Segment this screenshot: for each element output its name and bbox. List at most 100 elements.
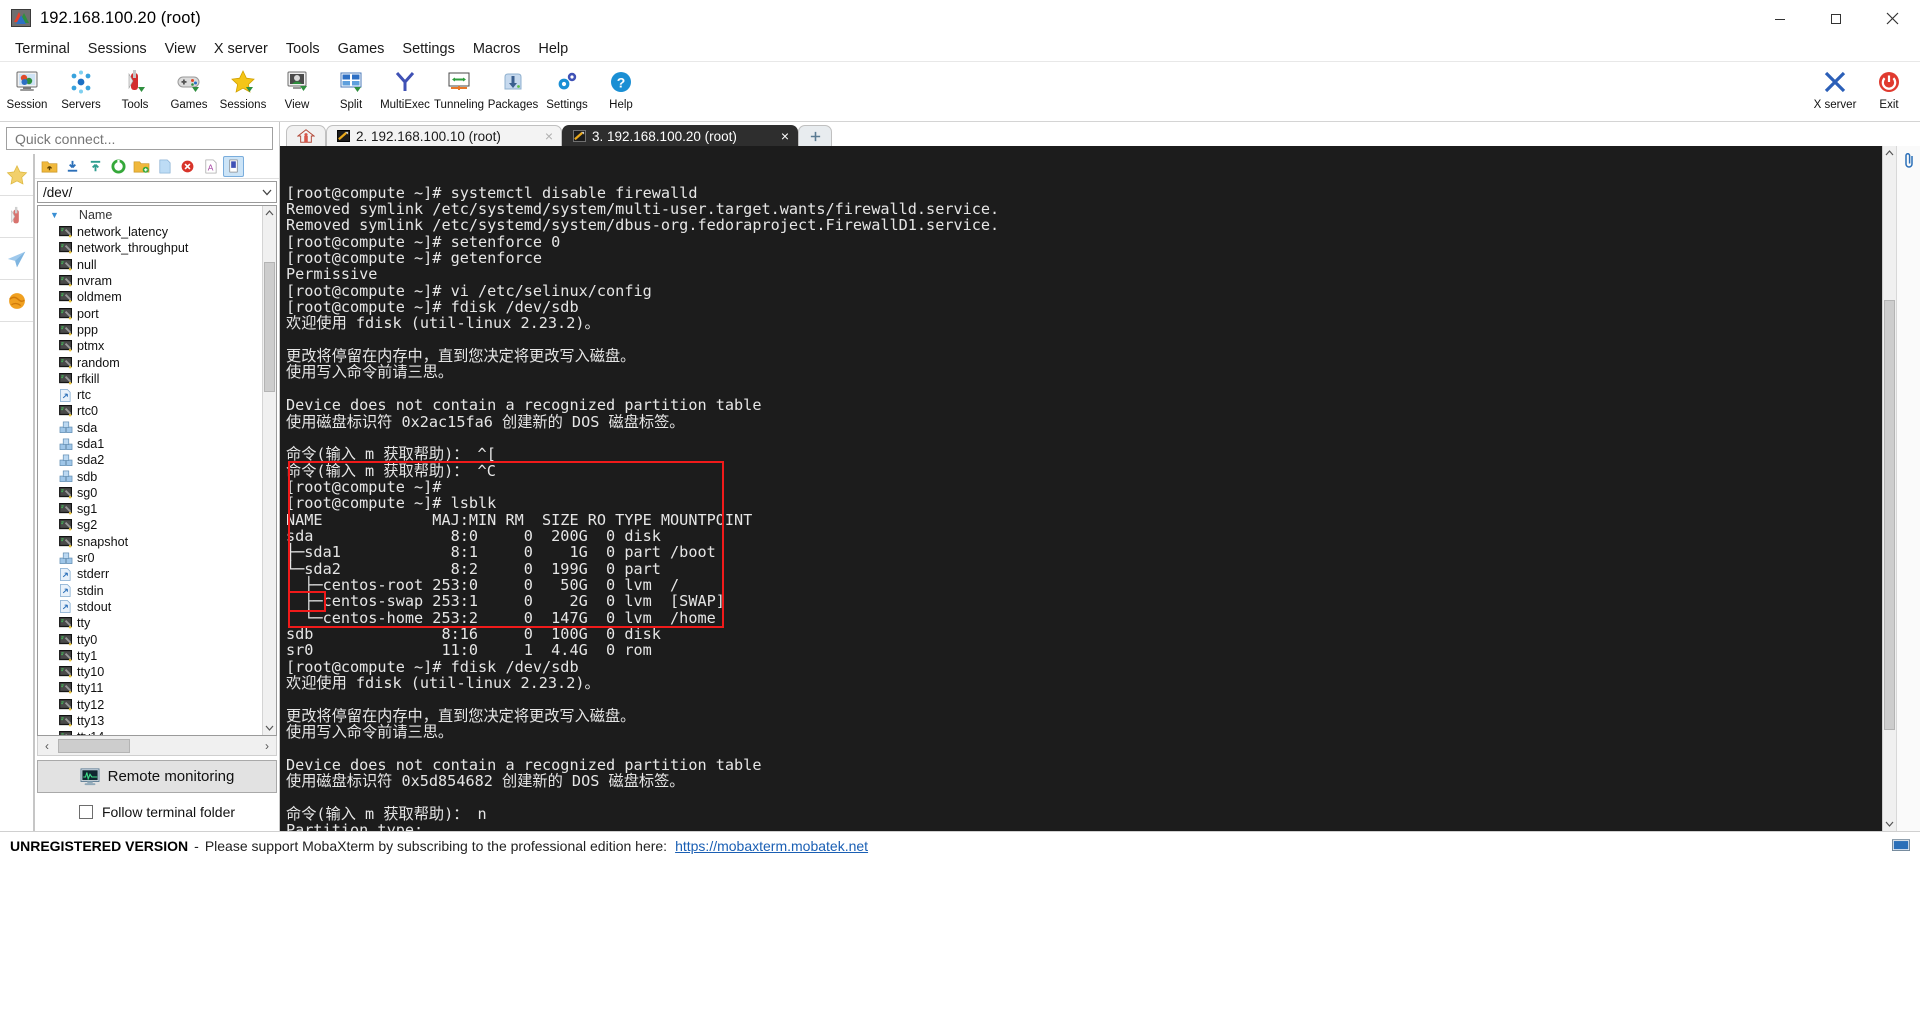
file-row[interactable]: network_latency — [38, 224, 262, 240]
follow-terminal-folder-row[interactable]: Follow terminal folder — [35, 793, 279, 831]
file-row[interactable]: sda — [38, 420, 262, 436]
tab-session-2[interactable]: 2. 192.168.100.10 (root) × — [326, 125, 562, 146]
text-mode-button[interactable]: A — [200, 156, 221, 177]
scroll-down-icon[interactable] — [263, 721, 276, 735]
toolbar-button-multiexec[interactable]: MultiExec — [378, 65, 432, 111]
menu-item-view[interactable]: View — [156, 39, 205, 59]
hscroll-track[interactable] — [56, 738, 258, 754]
file-row[interactable]: stderr — [38, 566, 262, 582]
scroll-left-icon[interactable]: ‹ — [38, 739, 56, 753]
menu-item-macros[interactable]: Macros — [464, 39, 530, 59]
toolbar-button-view[interactable]: View — [270, 65, 324, 111]
toolbar-button-split[interactable]: Split — [324, 65, 378, 111]
file-row[interactable]: sr0 — [38, 550, 262, 566]
tab-close-icon[interactable]: × — [781, 128, 789, 144]
toolbar-button-exit[interactable]: Exit — [1862, 65, 1916, 111]
toolbar-button-packages[interactable]: Packages — [486, 65, 540, 111]
file-row[interactable]: sda2 — [38, 452, 262, 468]
file-row[interactable]: rfkill — [38, 371, 262, 387]
terminal-scroll-up-icon[interactable] — [1883, 146, 1896, 160]
file-row[interactable]: sdb — [38, 468, 262, 484]
tab-home[interactable] — [286, 125, 326, 146]
vscroll-track[interactable] — [263, 220, 276, 721]
quick-connect-input[interactable] — [13, 129, 266, 148]
file-row[interactable]: port — [38, 305, 262, 321]
sidebar-tab-sessions[interactable] — [0, 238, 33, 280]
mobaxterm-link[interactable]: https://mobaxterm.mobatek.net — [675, 838, 868, 854]
file-row[interactable]: ptmx — [38, 338, 262, 354]
menu-item-xserver[interactable]: X server — [205, 39, 277, 59]
terminal-scroll-track[interactable] — [1883, 160, 1896, 817]
terminal-scroll-down-icon[interactable] — [1883, 817, 1896, 831]
menu-item-help[interactable]: Help — [529, 39, 577, 59]
new-file-button[interactable] — [154, 156, 175, 177]
attach-file-icon[interactable] — [1902, 152, 1916, 173]
refresh-button[interactable] — [108, 156, 129, 177]
toolbar-button-session[interactable]: Session — [0, 65, 54, 111]
binary-mode-button[interactable] — [223, 155, 244, 177]
file-row[interactable]: tty12 — [38, 697, 262, 713]
follow-terminal-folder-checkbox[interactable] — [78, 805, 93, 819]
file-row[interactable]: rtc0 — [38, 403, 262, 419]
vscroll-thumb[interactable] — [264, 262, 275, 392]
file-row[interactable]: tty1 — [38, 648, 262, 664]
remote-monitoring-button[interactable]: Remote monitoring — [37, 760, 277, 793]
file-row[interactable]: sda1 — [38, 436, 262, 452]
terminal-scrollbar[interactable] — [1882, 146, 1896, 831]
parent-folder-button[interactable] — [39, 156, 60, 177]
file-row[interactable]: rtc — [38, 387, 262, 403]
new-folder-button[interactable] — [131, 156, 152, 177]
tab-new-session[interactable] — [798, 125, 832, 146]
file-row[interactable]: ppp — [38, 322, 262, 338]
file-row[interactable]: sg2 — [38, 517, 262, 533]
close-button[interactable] — [1864, 0, 1920, 37]
tab-session-3[interactable]: 3. 192.168.100.20 (root) × — [562, 125, 798, 146]
scroll-right-icon[interactable]: › — [258, 739, 276, 753]
terminal-output[interactable]: [root@compute ~]# systemctl disable fire… — [280, 146, 1882, 831]
menu-item-games[interactable]: Games — [329, 39, 394, 59]
file-row[interactable]: tty0 — [38, 631, 262, 647]
delete-button[interactable] — [177, 156, 198, 177]
sidebar-tab-favorites[interactable] — [0, 154, 33, 196]
toolbar-button-tools[interactable]: Tools — [108, 65, 162, 111]
tab-close-icon[interactable]: × — [545, 128, 553, 144]
file-row[interactable]: snapshot — [38, 534, 262, 550]
file-row[interactable]: random — [38, 354, 262, 370]
menu-item-sessions[interactable]: Sessions — [79, 39, 156, 59]
download-button[interactable] — [62, 156, 83, 177]
file-row[interactable]: oldmem — [38, 289, 262, 305]
toolbar-button-sessions[interactable]: Sessions — [216, 65, 270, 111]
display-status-icon[interactable] — [1892, 839, 1910, 853]
sidebar-tab-tools[interactable] — [0, 196, 33, 238]
file-list-header[interactable]: ▼ Name — [38, 206, 262, 224]
path-bar[interactable]: /dev/ — [37, 181, 277, 203]
file-row[interactable]: tty — [38, 615, 262, 631]
scroll-up-icon[interactable] — [263, 206, 276, 220]
file-row[interactable]: sg1 — [38, 501, 262, 517]
toolbar-button-xserver[interactable]: X server — [1808, 65, 1862, 111]
chevron-down-icon[interactable] — [258, 189, 276, 196]
file-row[interactable]: null — [38, 257, 262, 273]
sidebar-tab-macros[interactable] — [0, 280, 33, 322]
file-list[interactable]: ▼ Name network_latency network_throughput… — [38, 206, 262, 735]
maximize-button[interactable] — [1808, 0, 1864, 37]
file-row[interactable]: tty10 — [38, 664, 262, 680]
file-row[interactable]: tty11 — [38, 680, 262, 696]
toolbar-button-games[interactable]: Games — [162, 65, 216, 111]
file-row[interactable]: tty14 — [38, 729, 262, 735]
minimize-button[interactable] — [1752, 0, 1808, 37]
file-row[interactable]: tty13 — [38, 713, 262, 729]
quick-connect-field[interactable] — [6, 127, 273, 150]
file-row[interactable]: network_throughput — [38, 240, 262, 256]
file-row[interactable]: sg0 — [38, 485, 262, 501]
file-row[interactable]: stdin — [38, 583, 262, 599]
menu-item-terminal[interactable]: Terminal — [6, 39, 79, 59]
toolbar-button-servers[interactable]: Servers — [54, 65, 108, 111]
file-list-vertical-scrollbar[interactable] — [262, 206, 276, 735]
file-list-horizontal-scrollbar[interactable]: ‹ › — [37, 736, 277, 756]
menu-item-settings[interactable]: Settings — [393, 39, 463, 59]
toolbar-button-help[interactable]: ? Help — [594, 65, 648, 111]
terminal-scroll-thumb[interactable] — [1884, 300, 1895, 730]
toolbar-button-settings[interactable]: Settings — [540, 65, 594, 111]
upload-button[interactable] — [85, 156, 106, 177]
